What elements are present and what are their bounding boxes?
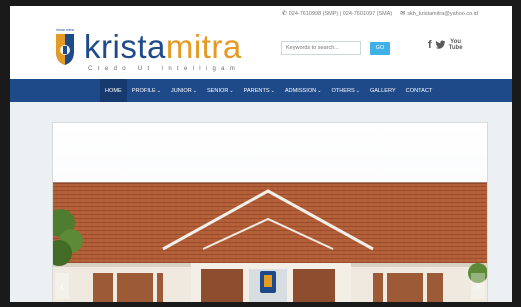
contact-info: ✆ 024-7610998 (SMP) | 024-7601097 (SMA) ✉… bbox=[282, 10, 478, 17]
facebook-icon[interactable]: f bbox=[428, 39, 432, 51]
nav-item-admission[interactable]: ADMISSION ⌄ bbox=[280, 79, 327, 102]
nav-item-parents[interactable]: PARENTS ⌄ bbox=[239, 79, 280, 102]
nav-item-junior[interactable]: JUNIOR ⌄ bbox=[166, 79, 202, 102]
school-building-image bbox=[53, 123, 487, 302]
nav-label: PARENTS bbox=[243, 87, 270, 94]
search-form: GO bbox=[281, 41, 390, 55]
school-crest-icon: krista mitra bbox=[55, 26, 75, 65]
chevron-down-icon: ⌄ bbox=[156, 87, 161, 94]
chevron-down-icon: ⌄ bbox=[270, 87, 275, 94]
phone-contact: ✆ 024-7610998 (SMP) | 024-7601097 (SMA) bbox=[282, 10, 393, 17]
email-text[interactable]: skh_kristamitra@yahoo.co.id bbox=[407, 11, 478, 17]
youtube-bottom: Tube bbox=[448, 45, 463, 51]
crest-text: krista mitra bbox=[56, 28, 74, 32]
phone-icon: ✆ bbox=[281, 11, 287, 17]
twitter-icon[interactable] bbox=[435, 40, 446, 50]
nav-label: JUNIOR bbox=[170, 87, 192, 94]
phone-text: 024-7610998 (SMP) | 024-7601097 (SMA) bbox=[288, 11, 393, 17]
chevron-down-icon: ⌄ bbox=[317, 87, 322, 94]
main-navigation: HOME PROFILE ⌄ JUNIOR ⌄ SENIOR ⌄ PARENTS ⌄ A… bbox=[10, 79, 512, 102]
nav-item-gallery[interactable]: GALLERY bbox=[365, 79, 401, 102]
nav-item-senior[interactable]: SENIOR ⌄ bbox=[202, 79, 239, 102]
nav-label: PROFILE bbox=[131, 87, 156, 94]
email-contact[interactable]: ✉ skh_kristamitra@yahoo.co.id bbox=[400, 10, 478, 17]
nav-item-contact[interactable]: CONTACT bbox=[401, 79, 438, 102]
nav-label: GALLERY bbox=[369, 87, 396, 94]
nav-label: HOME bbox=[105, 87, 122, 94]
youtube-icon[interactable]: You Tube bbox=[449, 39, 463, 51]
search-go-button[interactable]: GO bbox=[370, 41, 390, 55]
social-links: f You Tube bbox=[428, 39, 463, 51]
nav-menu: HOME PROFILE ⌄ JUNIOR ⌄ SENIOR ⌄ PARENTS ⌄ A… bbox=[100, 79, 437, 102]
slider-next-button[interactable]: › bbox=[471, 273, 485, 299]
envelope-icon: ✉ bbox=[400, 11, 406, 17]
content-area: ‹ › bbox=[10, 102, 512, 302]
nav-item-profile[interactable]: PROFILE ⌄ bbox=[127, 79, 166, 102]
nav-label: CONTACT bbox=[405, 87, 433, 94]
nav-item-others[interactable]: OTHERS ⌄ bbox=[326, 79, 365, 102]
brand-name: kristamitra bbox=[84, 30, 242, 63]
hero-slider[interactable]: ‹ › bbox=[52, 122, 488, 302]
chevron-down-icon: ⌄ bbox=[192, 87, 197, 94]
nav-label: SENIOR bbox=[206, 87, 229, 94]
school-motto: Credo Ut Intelligam bbox=[88, 66, 241, 72]
nav-item-home[interactable]: HOME bbox=[100, 79, 127, 102]
site-logo[interactable]: krista mitra kristamitra Credo Ut Intell… bbox=[54, 22, 254, 74]
chevron-down-icon: ⌄ bbox=[229, 87, 234, 94]
brand-name-mitra: mitra bbox=[165, 28, 242, 65]
brand-name-krista: krista bbox=[84, 28, 166, 65]
search-input[interactable] bbox=[281, 41, 361, 55]
nav-label: OTHERS bbox=[331, 87, 355, 94]
browser-page: ✆ 024-7610998 (SMP) | 024-7601097 (SMA) ✉… bbox=[10, 6, 512, 302]
slider-prev-button[interactable]: ‹ bbox=[55, 273, 69, 299]
nav-label: ADMISSION bbox=[284, 87, 317, 94]
chevron-down-icon: ⌄ bbox=[355, 87, 360, 94]
